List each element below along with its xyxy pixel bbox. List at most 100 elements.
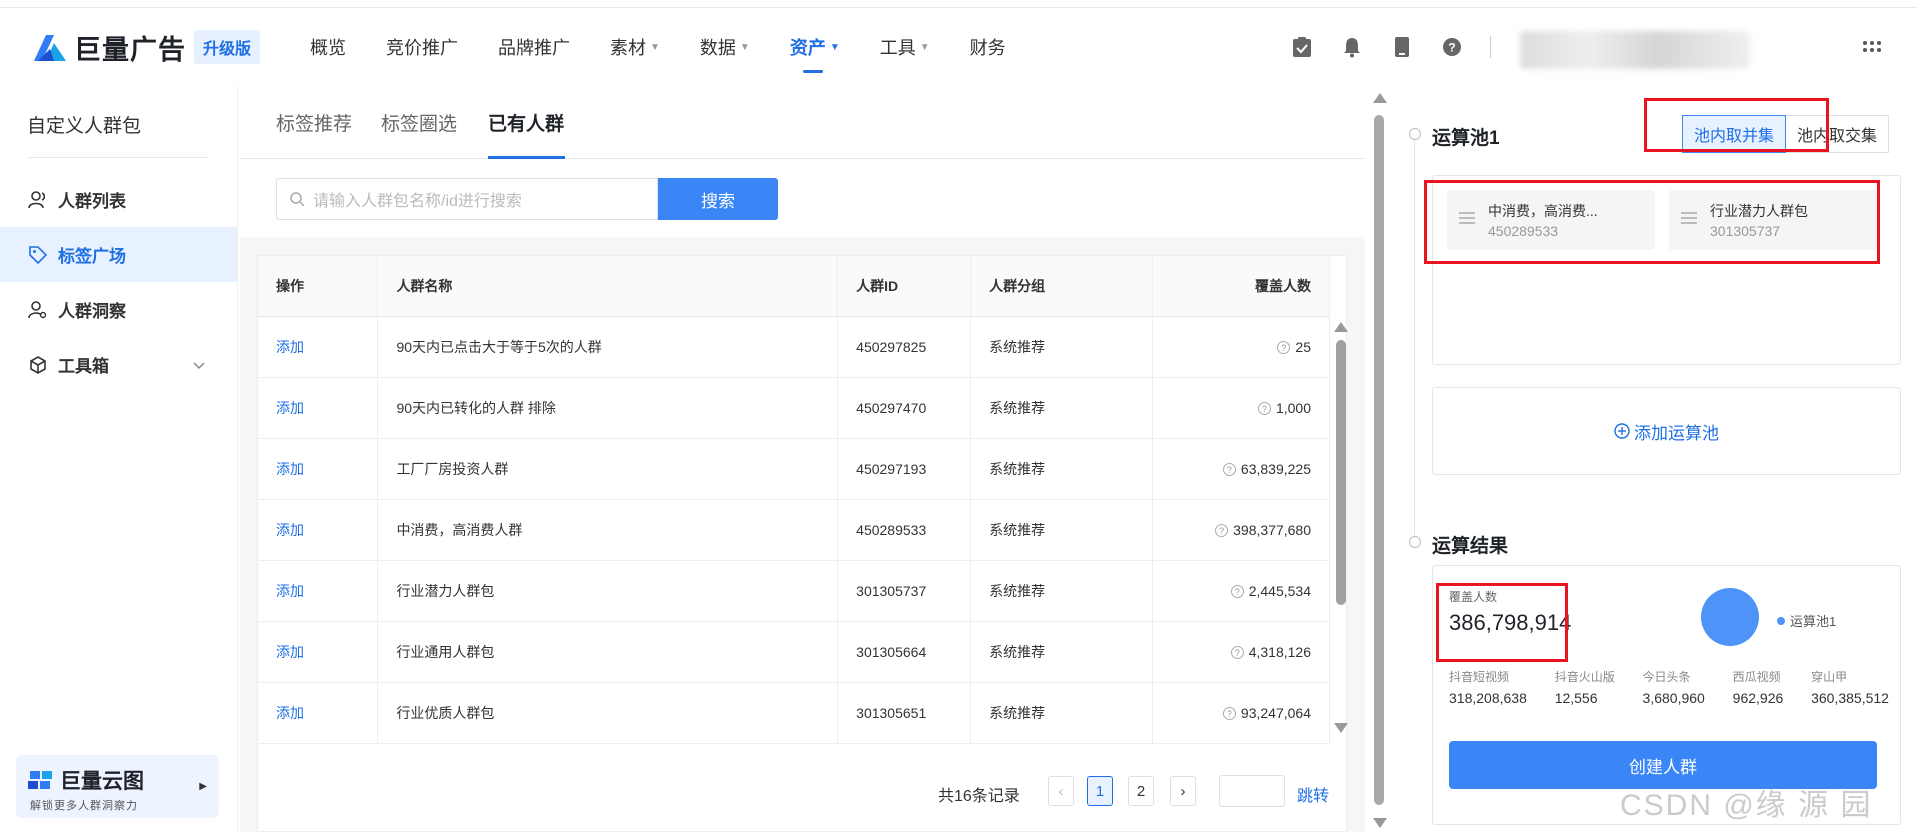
page-scroll-thumb[interactable]: [1374, 115, 1384, 805]
table-row: 添加 行业通用人群包 301305664 系统推荐 ? 4,318,126: [258, 621, 1330, 683]
help-icon[interactable]: ?: [1222, 706, 1236, 720]
coverage-cell: ? 1,000: [1152, 377, 1330, 439]
help-icon[interactable]: ?: [1222, 462, 1236, 476]
audience-name: 90天内已点击大于等于5次的人群: [377, 316, 839, 378]
help-icon[interactable]: ?: [1230, 584, 1244, 598]
help-icon[interactable]: ?: [1257, 401, 1271, 415]
sidebar-item-tag-square[interactable]: 标签广场: [0, 227, 237, 282]
jump-link[interactable]: 跳转: [1297, 782, 1329, 806]
grid-menu-icon[interactable]: [1860, 35, 1884, 59]
scroll-up-arrow-icon[interactable]: [1373, 93, 1387, 103]
nav-label: 资产: [789, 38, 826, 58]
highlight-box: [1644, 98, 1829, 152]
yuntu-promo[interactable]: 巨量云图 解锁更多人群洞察力 ▶: [16, 755, 219, 818]
table-row: 添加 90天内已点击大于等于5次的人群 450297825 系统推荐 ? 25: [258, 316, 1330, 378]
pool-circle-chart: [1701, 588, 1759, 646]
audience-name: 中消费，高消费人群: [377, 499, 839, 561]
phone-icon[interactable]: [1390, 35, 1414, 59]
audience-id: 450289533: [837, 499, 972, 561]
svg-text:?: ?: [1448, 41, 1455, 55]
coverage-cell: ? 398,377,680: [1152, 499, 1330, 561]
audience-group: 系统推荐: [970, 316, 1154, 378]
page-scrollbar[interactable]: [1371, 85, 1387, 832]
add-pool-button[interactable]: 添加运算池: [1432, 387, 1901, 475]
plus-circle-icon: [1614, 423, 1630, 439]
tab-tag-select[interactable]: 标签圈选: [381, 109, 457, 136]
nav-finance[interactable]: 财务: [950, 9, 1026, 85]
audience-name: 90天内已转化的人群 排除: [377, 377, 839, 439]
platform-stat: 抖音短视频 318,208,638: [1449, 668, 1527, 706]
audience-group: 系统推荐: [970, 560, 1154, 622]
upgrade-badge[interactable]: 升级版: [194, 30, 261, 64]
table-header-row: 操作 人群名称 人群ID 人群分组 覆盖人数: [258, 256, 1330, 317]
platform-value: 360,385,512: [1811, 690, 1889, 706]
add-link[interactable]: 添加: [258, 621, 379, 683]
top-header: 巨量广告 升级版 概览 竞价推广 品牌推广 素材 ▼ 数据 ▼ 资产 ▼ 工具 ▼ 财务…: [0, 9, 1917, 85]
nav-label: 数据: [699, 38, 736, 58]
sidebar-item-label: 人群列表: [58, 192, 126, 211]
search-input[interactable]: 请输入人群包名称/id进行搜索: [276, 178, 658, 220]
main-nav: 概览 竞价推广 品牌推广 素材 ▼ 数据 ▼ 资产 ▼ 工具 ▼ 财务: [290, 9, 1026, 85]
nav-assets[interactable]: 资产 ▼: [770, 9, 860, 85]
nav-label: 素材: [610, 38, 647, 58]
coverage-value: 63,839,225: [1240, 460, 1311, 477]
table-row: 添加 90天内已转化的人群 排除 450297470 系统推荐 ? 1,000: [258, 377, 1330, 439]
page-1-button[interactable]: 1: [1087, 776, 1113, 806]
platform-label: 西瓜视频: [1732, 670, 1781, 684]
scroll-down-arrow-icon[interactable]: [1373, 818, 1387, 828]
page-2-button[interactable]: 2: [1128, 776, 1154, 806]
promo-subtitle: 解锁更多人群洞察力: [30, 800, 138, 812]
table-scrollbar[interactable]: [1334, 318, 1348, 738]
add-link[interactable]: 添加: [258, 377, 379, 439]
help-icon[interactable]: ?: [1215, 523, 1229, 537]
coverage-value: 25: [1295, 338, 1311, 355]
nav-tools[interactable]: 工具 ▼: [860, 9, 950, 85]
add-link[interactable]: 添加: [258, 438, 379, 500]
nav-brand[interactable]: 品牌推广: [478, 9, 590, 85]
table-scroll-thumb[interactable]: [1336, 340, 1346, 605]
nav-label: 竞价推广: [386, 38, 459, 58]
coverage-value: 4,318,126: [1248, 643, 1311, 660]
sidebar-item-audience-list[interactable]: 人群列表: [0, 172, 237, 227]
help-icon[interactable]: ?: [1440, 35, 1464, 59]
tab-tag-recommend[interactable]: 标签推荐: [276, 109, 352, 136]
coverage-cell: ? 4,318,126: [1152, 621, 1330, 683]
nav-bidding[interactable]: 竞价推广: [366, 9, 478, 85]
search-button[interactable]: 搜索: [658, 178, 778, 220]
audience-group: 系统推荐: [970, 621, 1154, 683]
brand-logo[interactable]: 巨量广告: [30, 28, 186, 67]
scroll-down-arrow-icon[interactable]: [1334, 723, 1348, 733]
highlight-box: [1424, 180, 1880, 264]
audience-name: 行业通用人群包: [377, 621, 839, 683]
col-header-coverage[interactable]: 覆盖人数: [1152, 256, 1330, 317]
watermark: CSDN @缘 源 园: [1620, 789, 1873, 822]
chevron-down-icon: [193, 355, 205, 375]
add-link[interactable]: 添加: [258, 499, 379, 561]
nav-data[interactable]: 数据 ▼: [680, 9, 770, 85]
audience-id: 450297193: [837, 438, 972, 500]
add-link[interactable]: 添加: [258, 316, 379, 378]
bell-icon[interactable]: [1340, 35, 1364, 59]
clipboard-check-icon[interactable]: [1290, 35, 1314, 59]
prev-page-button[interactable]: ‹: [1048, 776, 1074, 806]
coverage-value: 398,377,680: [1233, 521, 1311, 538]
add-link[interactable]: 添加: [258, 560, 379, 622]
sidebar-item-audience-insight[interactable]: 人群洞察: [0, 282, 237, 337]
audience-id: 301305737: [837, 560, 972, 622]
add-link[interactable]: 添加: [258, 682, 379, 744]
help-icon[interactable]: ?: [1277, 340, 1291, 354]
platform-label: 今日头条: [1642, 670, 1691, 684]
nav-overview[interactable]: 概览: [290, 9, 366, 85]
tab-existing-audience[interactable]: 已有人群: [488, 109, 564, 136]
help-icon[interactable]: ?: [1230, 645, 1244, 659]
next-page-button[interactable]: ›: [1170, 776, 1196, 806]
result-title: 运算结果: [1432, 536, 1509, 557]
search-placeholder: 请输入人群包名称/id进行搜索: [313, 193, 522, 210]
nav-material[interactable]: 素材 ▼: [590, 9, 680, 85]
scroll-up-arrow-icon[interactable]: [1334, 322, 1348, 332]
pool-title: 运算池1: [1432, 128, 1500, 149]
sidebar-item-toolbox[interactable]: 工具箱: [0, 337, 237, 392]
coverage-value: 93,247,064: [1240, 704, 1311, 721]
operation-panel: 运算池1 池内取并集 池内取交集 中消费，高消费... 450289533 行业…: [1390, 85, 1917, 832]
jump-page-input[interactable]: [1219, 775, 1285, 807]
